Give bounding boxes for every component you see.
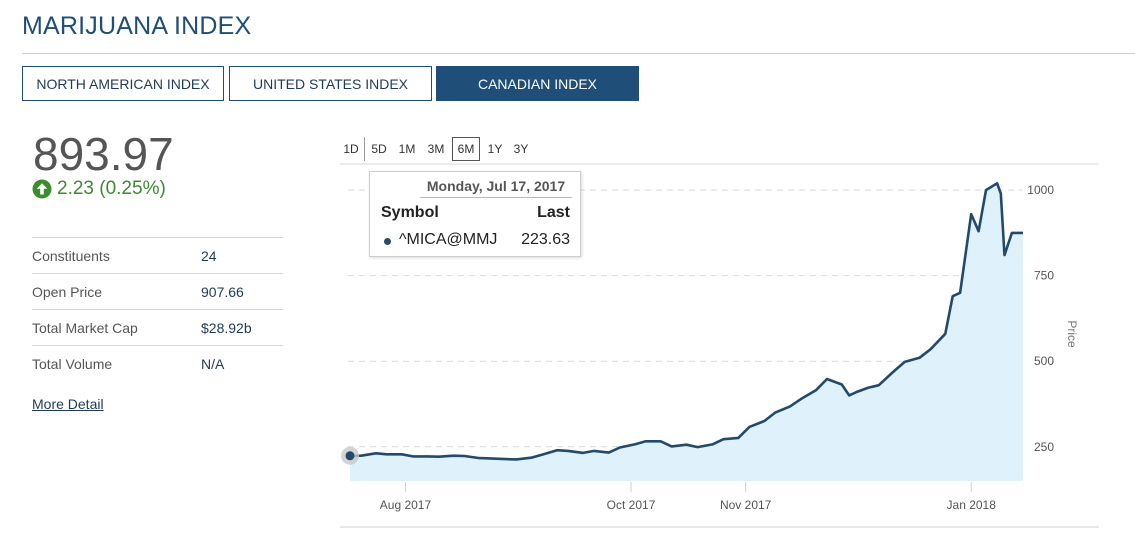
tooltip-last-header: Last — [537, 204, 570, 221]
x-tick-label: Oct 2017 — [607, 498, 656, 512]
price-chart[interactable]: 250 500 750 1000 Aug 2017 Oct 2017 Nov 2017 Ja… — [0, 0, 1135, 554]
y-tick-label: 750 — [1034, 269, 1054, 283]
tooltip-divider — [420, 197, 572, 198]
tooltip-symbol-header: Symbol — [381, 204, 439, 221]
y-tick-label: 250 — [1034, 440, 1054, 454]
y-axis-ticks: 250 500 750 1000 — [1027, 183, 1054, 454]
x-tick-label: Aug 2017 — [380, 498, 432, 512]
tooltip-date: Monday, Jul 17, 2017 — [426, 178, 566, 194]
x-tick-label: Jan 2018 — [947, 498, 997, 512]
tooltip-last-value: 223.63 — [521, 231, 570, 248]
y-axis-label: Price — [1065, 320, 1079, 348]
y-tick-label: 500 — [1034, 354, 1054, 368]
chart-tooltip: Monday, Jul 17, 2017 Symbol Last ^MICA@M… — [369, 171, 581, 257]
y-tick-label: 1000 — [1027, 183, 1054, 197]
hover-marker — [345, 451, 355, 461]
tooltip-symbol: ^MICA@MMJ — [399, 231, 498, 248]
x-axis-ticks: Aug 2017 Oct 2017 Nov 2017 Jan 2018 — [380, 482, 996, 512]
x-tick-label: Nov 2017 — [720, 498, 772, 512]
series-dot-icon — [384, 238, 391, 245]
